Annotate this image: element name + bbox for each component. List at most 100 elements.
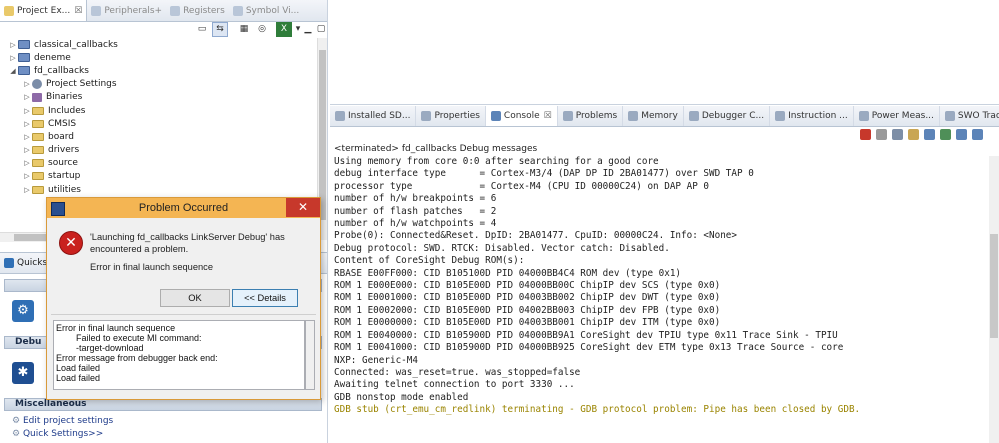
expand-toggle-icon[interactable]: ▷ (22, 93, 32, 101)
tab-peripherals[interactable]: Peripherals+ (87, 0, 166, 21)
tab-project-explorer[interactable]: Project Ex... ☒ (0, 0, 88, 21)
focus-icon[interactable]: ◎ (254, 22, 270, 37)
tab-label: Installed SD... (348, 111, 411, 121)
filter-icon[interactable]: ▦ (236, 22, 252, 37)
folder-icon (32, 172, 44, 181)
tab-label: Power Meas... (871, 111, 934, 121)
edit-project-settings-link[interactable]: ⚙ Edit project settings (12, 416, 113, 426)
expand-toggle-icon[interactable]: ▷ (22, 186, 32, 194)
tree-item[interactable]: ▷ drivers (0, 144, 318, 157)
folder-icon (32, 159, 44, 168)
console-tab[interactable]: Memory (623, 106, 684, 126)
expand-toggle-icon[interactable]: ▷ (22, 107, 32, 115)
close-icon[interactable]: ☒ (74, 6, 82, 16)
expand-toggle-icon[interactable]: ▷ (8, 54, 18, 62)
console-tab[interactable]: SWO Trace ... (940, 106, 999, 126)
expand-toggle-icon[interactable]: ▷ (22, 133, 32, 141)
tab-icon (858, 111, 869, 121)
tree-item[interactable]: ▷ Binaries (0, 91, 318, 104)
tree-item-label: startup (48, 171, 81, 182)
link-with-editor-icon[interactable]: ⇆ (212, 22, 228, 37)
details-textarea[interactable]: Error in final launch sequence Failed to… (53, 320, 305, 390)
console-tab[interactable]: Problems (558, 106, 624, 126)
dialog-titlebar[interactable]: Problem Occurred ✕ (47, 198, 320, 218)
problem-occurred-dialog: Problem Occurred ✕ ✕ 'Launching fd_callb… (46, 197, 321, 400)
details-scrollbar[interactable] (305, 320, 315, 390)
console-scrollbar[interactable] (989, 156, 999, 443)
tab-icon (335, 111, 345, 121)
details-button[interactable]: << Details (232, 289, 298, 307)
tree-item-label: fd_callbacks (34, 65, 89, 76)
pin-console-icon[interactable] (940, 129, 951, 140)
console-line: processor type = Cortex-M4 (CPU ID 00000… (334, 180, 710, 192)
build-gear-icon[interactable]: ⚙ (12, 300, 34, 322)
expand-toggle-icon[interactable]: ◢ (8, 67, 18, 75)
tab-symbol-viewer[interactable]: Symbol Vi... (229, 0, 303, 21)
console-tab[interactable]: Console ☒ (485, 106, 558, 126)
tab-quickstart[interactable]: Quicks (17, 258, 47, 268)
console-tab[interactable]: Power Meas... (854, 106, 940, 126)
console-toolbar (330, 127, 999, 143)
console-line: number of h/w watchpoints = 4 (334, 218, 497, 230)
expand-toggle-icon[interactable]: ▷ (22, 172, 32, 180)
tree-item[interactable]: ▷ source (0, 157, 318, 170)
collapse-all-icon[interactable]: ▭ (194, 22, 210, 37)
open-console-icon[interactable] (972, 129, 983, 140)
left-tabbar: Project Ex... ☒ Peripherals+ Registers S… (0, 0, 327, 22)
tab-icon (490, 111, 501, 121)
console-tab[interactable]: Instruction ... (770, 106, 854, 126)
console-line: debug interface type = Cortex-M3/4 (DAP … (334, 168, 754, 180)
folder-icon (32, 132, 44, 141)
console-tab[interactable]: Debugger C... (684, 106, 771, 126)
debug-bug-icon[interactable]: ✱ (12, 362, 34, 384)
display-console-icon[interactable] (956, 129, 967, 140)
tree-item-label: Project Settings (46, 79, 117, 90)
tab-label: Debugger C... (701, 111, 765, 121)
maximize-icon[interactable]: ▢ (313, 22, 329, 37)
tree-item[interactable]: ▷ Project Settings (0, 78, 318, 91)
dialog-separator (51, 314, 316, 315)
project-explorer-icon (4, 5, 14, 16)
expand-toggle-icon[interactable]: ▷ (22, 159, 32, 167)
terminate-icon[interactable] (860, 129, 871, 140)
console-line: ROM 1 E0002000: CID B105E00D PID 04002BB… (334, 304, 721, 316)
quick-settings-link[interactable]: ⚙ Quick Settings>> (12, 429, 103, 439)
tree-item[interactable]: ▷ classical_callbacks (0, 38, 318, 51)
gear-icon (32, 79, 42, 90)
tree-item-label: classical_callbacks (34, 39, 118, 50)
folder-icon (32, 185, 44, 194)
tree-item[interactable]: ▷ CMSIS (0, 117, 318, 130)
tree-item[interactable]: ◢ fd_callbacks (0, 64, 318, 77)
close-icon[interactable]: ☒ (544, 111, 552, 121)
remove-all-icon[interactable] (892, 129, 903, 140)
registers-icon (170, 5, 181, 16)
settings-icon: ⚙ (12, 416, 21, 426)
expand-toggle-icon[interactable]: ▷ (22, 120, 32, 128)
ok-button[interactable]: OK (160, 289, 230, 307)
console-tab[interactable]: Installed SD... (330, 106, 417, 126)
tab-icon (775, 111, 786, 121)
tree-item[interactable]: ▷ deneme (0, 51, 318, 64)
tree-item-label: drivers (48, 145, 80, 156)
tab-label: Instruction ... (788, 111, 848, 121)
clear-console-icon[interactable] (908, 129, 919, 140)
tree-item[interactable]: ▷ startup (0, 170, 318, 183)
console-line: ROM 1 E0041000: CID B105900D PID 04000BB… (334, 342, 844, 354)
dialog-sub-message: Error in final launch sequence (90, 262, 213, 272)
expand-toggle-icon[interactable]: ▷ (22, 80, 32, 88)
tab-label: Memory (641, 111, 678, 121)
scroll-lock-icon[interactable] (924, 129, 935, 140)
console-output[interactable]: Using memory from core 0:0 after searchi… (334, 156, 994, 417)
console-tab[interactable]: Properties (416, 106, 486, 126)
expand-toggle-icon[interactable]: ▷ (22, 146, 32, 154)
tree-item[interactable]: ▷ board (0, 130, 318, 143)
project-icon (18, 53, 30, 63)
folder-icon (32, 146, 44, 155)
dialog-close-button[interactable]: ✕ (286, 198, 320, 217)
tab-registers[interactable]: Registers (166, 0, 229, 21)
tree-item[interactable]: ▷ utilities (0, 183, 318, 196)
console-line: Content of CoreSight Debug ROM(s): (334, 255, 525, 267)
tree-item[interactable]: ▷ Includes (0, 104, 318, 117)
expand-toggle-icon[interactable]: ▷ (8, 41, 18, 49)
remove-launch-icon[interactable] (876, 129, 887, 140)
